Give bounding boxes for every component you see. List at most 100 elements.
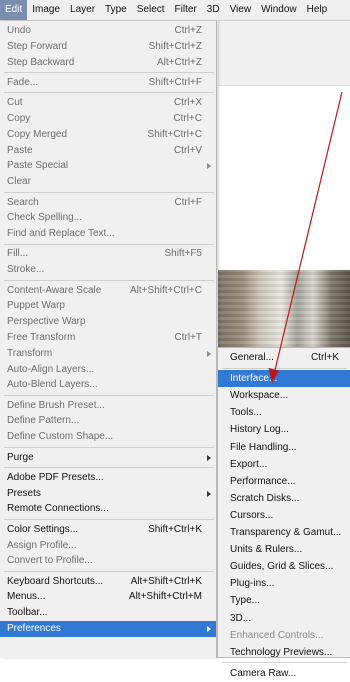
edit-menu-item-copy-merged[interactable]: Copy Merged Shift+Ctrl+C [0, 127, 216, 143]
menubar-3d[interactable]: 3D [202, 0, 225, 20]
edit-menu-item-check-spelling[interactable]: Check Spelling... [0, 210, 216, 226]
edit-menu-item-copy[interactable]: Copy Ctrl+C [0, 111, 216, 127]
menubar-layer[interactable]: Layer [65, 0, 100, 20]
menu-item-label: Find and Replace Text... [7, 228, 115, 240]
menu-item-label: Undo [7, 25, 31, 36]
edit-menu-item-auto-align-layers[interactable]: Auto-Align Layers... [0, 362, 216, 378]
edit-menu-item-transform[interactable]: Transform [0, 346, 216, 362]
edit-menu-item-fill[interactable]: Fill... Shift+F5 [0, 246, 216, 262]
menu-item-label: Auto-Blend Layers... [7, 379, 98, 391]
preferences-submenu: General... Ctrl+K Interface... Workspace...… [217, 347, 350, 679]
preferences-item-tools[interactable]: Tools... [218, 404, 350, 421]
menu-item-label: History Log... [230, 424, 289, 436]
edit-menu-item-undo[interactable]: Undo Ctrl+Z [0, 23, 216, 39]
menu-separator [4, 279, 214, 281]
edit-menu-item-puppet-warp[interactable]: Puppet Warp [0, 298, 216, 314]
menu-item-label: Interface... [230, 373, 278, 385]
menu-item-label: Copy Merged [7, 128, 68, 140]
menu-separator [4, 191, 214, 193]
edit-menu-item-purge[interactable]: Purge [0, 450, 216, 466]
preferences-item-history-log[interactable]: History Log... [218, 421, 350, 438]
menubar-select[interactable]: Select [132, 0, 170, 20]
menubar-image[interactable]: Image [27, 0, 65, 20]
edit-menu-item-paste[interactable]: Paste Ctrl+V [0, 143, 216, 159]
edit-menu-item-color-settings[interactable]: Color Settings... Shift+Ctrl+K [0, 522, 216, 538]
menu-item-label: Adobe PDF Presets... [7, 471, 104, 483]
preferences-item-technology-previews[interactable]: Technology Previews... [218, 644, 350, 661]
menu-item-shortcut: Alt+Ctrl+Z [156, 56, 202, 68]
edit-menu-item-search[interactable]: Search Ctrl+F [0, 195, 216, 211]
preferences-item-scratch-disks[interactable]: Scratch Disks... [218, 490, 350, 507]
menu-item-label: Stroke... [7, 264, 45, 276]
edit-menu-item-step-forward[interactable]: Step Forward Shift+Ctrl+Z [0, 39, 216, 55]
edit-menu-item-presets[interactable]: Presets [0, 486, 216, 502]
menubar-window[interactable]: Window [256, 0, 302, 20]
menu-item-label: Color Settings... [7, 523, 79, 535]
menu-item-label: Define Brush Preset... [7, 399, 105, 411]
edit-menu-item-cut[interactable]: Cut Ctrl+X [0, 95, 216, 111]
edit-menu-item-adobe-pdf-presets[interactable]: Adobe PDF Presets... [0, 470, 216, 486]
edit-menu-item-find-and-replace-text[interactable]: Find and Replace Text... [0, 226, 216, 242]
edit-menu-item-menus[interactable]: Menus... Alt+Shift+Ctrl+M [0, 589, 216, 605]
edit-menu-item-keyboard-shortcuts[interactable]: Keyboard Shortcuts... Alt+Shift+Ctrl+K [0, 574, 216, 590]
menu-item-label: Assign Profile... [7, 539, 77, 551]
preferences-item-guides-grid-and-slices[interactable]: Guides, Grid & Slices... [218, 558, 350, 575]
preferences-item-type[interactable]: Type... [218, 592, 350, 609]
menu-item-label: Scratch Disks... [230, 492, 300, 504]
menu-item-label: Cursors... [230, 509, 274, 521]
edit-menu-item-define-pattern[interactable]: Define Pattern... [0, 413, 216, 429]
menu-item-label: Menus... [7, 591, 46, 603]
menu-item-label: Technology Previews... [230, 646, 333, 658]
submenu-arrow-icon [207, 163, 211, 170]
edit-menu-item-assign-profile[interactable]: Assign Profile... [0, 538, 216, 554]
preferences-item-export[interactable]: Export... [218, 456, 350, 473]
submenu-arrow-icon [207, 490, 211, 497]
preferences-item-cursors[interactable]: Cursors... [218, 507, 350, 524]
menu-item-label: 3D... [230, 612, 252, 624]
edit-menu-item-clear[interactable]: Clear [0, 174, 216, 190]
edit-menu-item-perspective-warp[interactable]: Perspective Warp [0, 314, 216, 330]
menubar-type[interactable]: Type [100, 0, 132, 20]
menubar-help[interactable]: Help [302, 0, 333, 20]
menu-item-shortcut: Shift+F5 [164, 248, 202, 260]
menu-item-label: Tools... [230, 407, 262, 419]
edit-menu-item-paste-special[interactable]: Paste Special [0, 158, 216, 174]
preferences-item-3d[interactable]: 3D... [218, 610, 350, 627]
edit-menu-item-fade[interactable]: Fade... Shift+Ctrl+F [0, 75, 216, 91]
menu-item-shortcut: Ctrl+Z [174, 25, 203, 36]
menu-item-label: Keyboard Shortcuts... [7, 575, 104, 587]
menu-item-label: Perspective Warp [7, 316, 86, 328]
menu-item-shortcut: Ctrl+X [173, 97, 202, 109]
preferences-item-performance[interactable]: Performance... [218, 473, 350, 490]
edit-menu-item-auto-blend-layers[interactable]: Auto-Blend Layers... [0, 377, 216, 393]
preferences-item-plug-ins[interactable]: Plug-ins... [218, 575, 350, 592]
preferences-item-file-handling[interactable]: File Handling... [218, 439, 350, 456]
menu-separator [222, 367, 347, 369]
menu-separator [4, 518, 214, 520]
edit-menu-item-convert-to-profile[interactable]: Convert to Profile... [0, 553, 216, 569]
edit-menu-item-free-transform[interactable]: Free Transform Ctrl+T [0, 330, 216, 346]
menu-item-label: File Handling... [230, 441, 297, 453]
preferences-item-units-and-rulers[interactable]: Units & Rulers... [218, 541, 350, 558]
menubar-edit[interactable]: Edit [0, 0, 28, 20]
edit-menu-item-define-custom-shape[interactable]: Define Custom Shape... [0, 429, 216, 445]
preferences-item-camera-raw[interactable]: Camera Raw... [218, 665, 350, 682]
edit-menu-item-content-aware-scale[interactable]: Content-Aware Scale Alt+Shift+Ctrl+C [0, 283, 216, 299]
edit-menu-item-define-brush-preset[interactable]: Define Brush Preset... [0, 398, 216, 414]
menu-item-label: Transparency & Gamut... [230, 527, 342, 538]
preferences-item-transparency-and-gamut[interactable]: Transparency & Gamut... [218, 524, 350, 541]
menubar-view[interactable]: View [225, 0, 257, 20]
menu-separator [222, 662, 347, 664]
menubar-filter[interactable]: Filter [170, 0, 202, 20]
edit-menu-item-step-backward[interactable]: Step Backward Alt+Ctrl+Z [0, 55, 216, 71]
menu-item-label: Puppet Warp [7, 300, 65, 312]
edit-menu-item-toolbar[interactable]: Toolbar... [0, 605, 216, 621]
preferences-item-workspace[interactable]: Workspace... [218, 387, 350, 404]
edit-menu-item-preferences[interactable]: Preferences [0, 621, 216, 637]
preferences-item-interface[interactable]: Interface... [218, 370, 350, 388]
edit-menu-item-stroke[interactable]: Stroke... [0, 262, 216, 278]
preferences-item-general[interactable]: General... Ctrl+K [218, 349, 350, 366]
menu-item-label: Auto-Align Layers... [7, 363, 95, 375]
edit-menu-item-remote-connections[interactable]: Remote Connections... [0, 501, 216, 517]
preferences-item-enhanced-controls[interactable]: Enhanced Controls... [218, 627, 350, 644]
